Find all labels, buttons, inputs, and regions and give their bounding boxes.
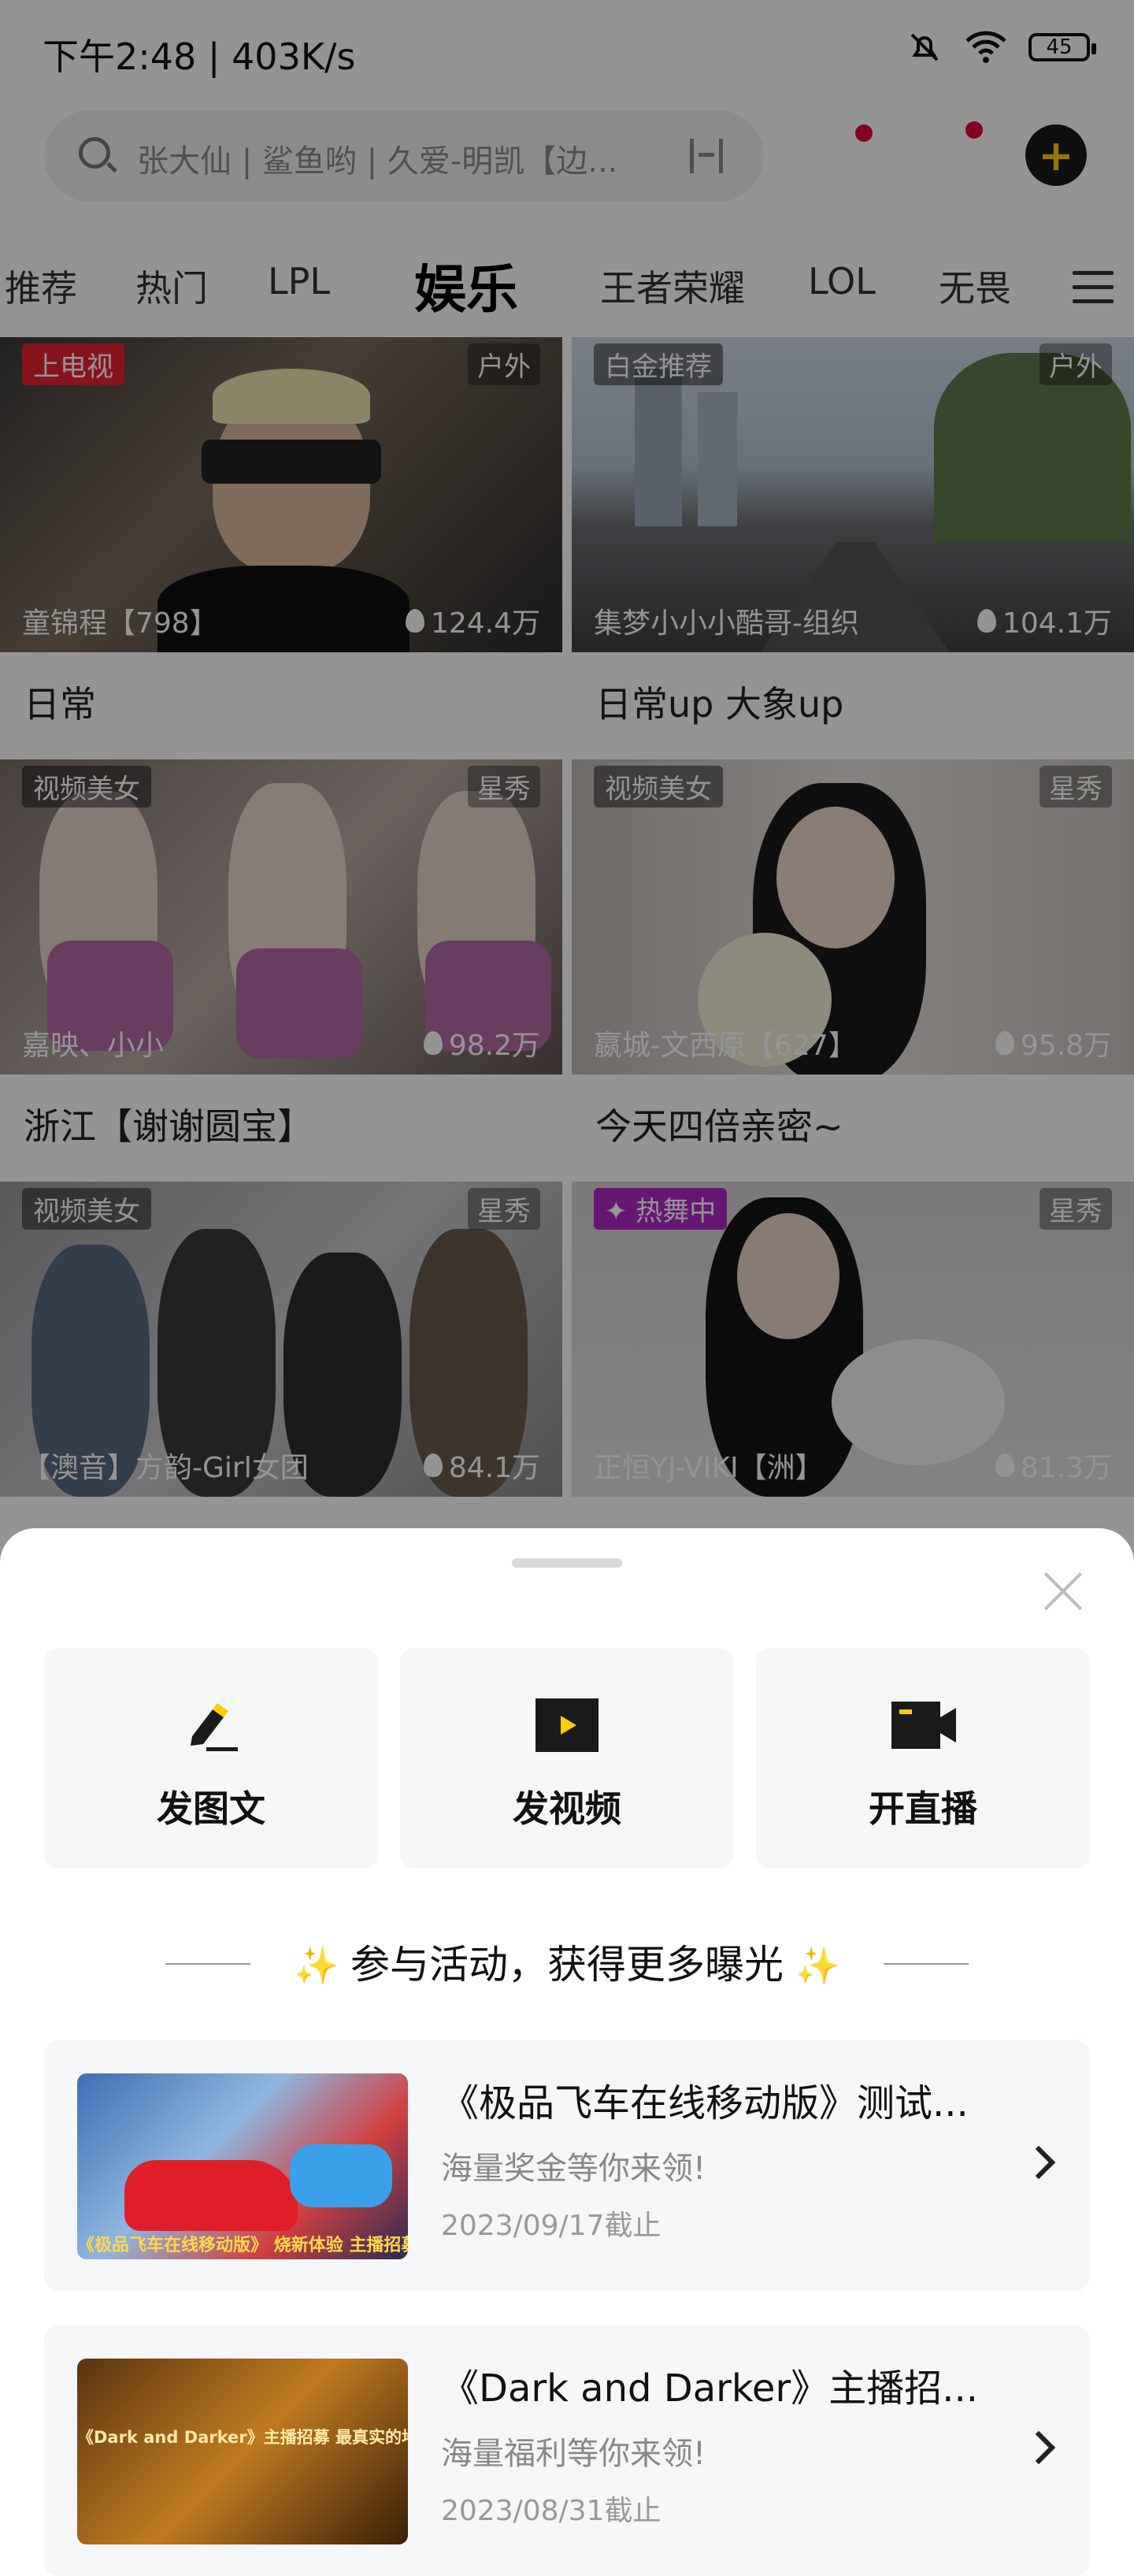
chevron-right-icon	[1021, 2430, 1056, 2465]
close-icon[interactable]	[1040, 1568, 1087, 1615]
banner-text: 《极品飞车在线移动版》 烧新体验 主播招募	[77, 2236, 408, 2255]
activity-banner: 《Dark and Darker》主播招募 最真实的地牢生存	[77, 2359, 408, 2544]
sparkle-icon: ✨	[294, 1944, 350, 1987]
camera-icon	[891, 1702, 956, 1749]
post-image-text-button[interactable]: 发图文	[44, 1648, 378, 1869]
activity-subtitle: 海量福利等你来领!	[441, 2436, 706, 2472]
pen-icon	[191, 1703, 238, 1751]
post-video-button[interactable]: 发视频	[400, 1648, 734, 1869]
publish-sheet: 发图文 发视频 开直播 ✨ 参与活动，获得更多曝光 ✨ 《极品飞车在线移动版》 …	[0, 1528, 1134, 2576]
video-play-icon	[536, 1698, 598, 1752]
action-label: 发视频	[513, 1787, 621, 1830]
action-label: 开直播	[869, 1787, 977, 1830]
activity-deadline: 2023/09/17截止	[441, 2210, 662, 2242]
activity-deadline: 2023/08/31截止	[441, 2495, 662, 2527]
go-live-button[interactable]: 开直播	[756, 1648, 1090, 1869]
action-label: 发图文	[157, 1787, 265, 1830]
activity-banner: 《极品飞车在线移动版》 烧新体验 主播招募	[77, 2073, 408, 2259]
activity-card[interactable]: 《Dark and Darker》主播招募 最真实的地牢生存 《Dark and…	[44, 2325, 1090, 2576]
section-title: ✨ 参与活动，获得更多曝光 ✨	[294, 1942, 840, 1988]
banner-text: 《Dark and Darker》主播招募 最真实的地牢生存	[77, 2428, 408, 2447]
activity-title: 《Dark and Darker》主播招...	[441, 2366, 978, 2411]
sheet-grabber[interactable]	[512, 1558, 622, 1568]
activity-title: 《极品飞车在线移动版》测试...	[441, 2081, 969, 2125]
chevron-right-icon	[1021, 2145, 1056, 2180]
activity-card[interactable]: 《极品飞车在线移动版》 烧新体验 主播招募 《极品飞车在线移动版》测试... 海…	[44, 2040, 1090, 2291]
divider	[884, 1963, 969, 1965]
sparkle-icon: ✨	[784, 1944, 840, 1987]
activity-subtitle: 海量奖金等你来领!	[441, 2151, 706, 2187]
